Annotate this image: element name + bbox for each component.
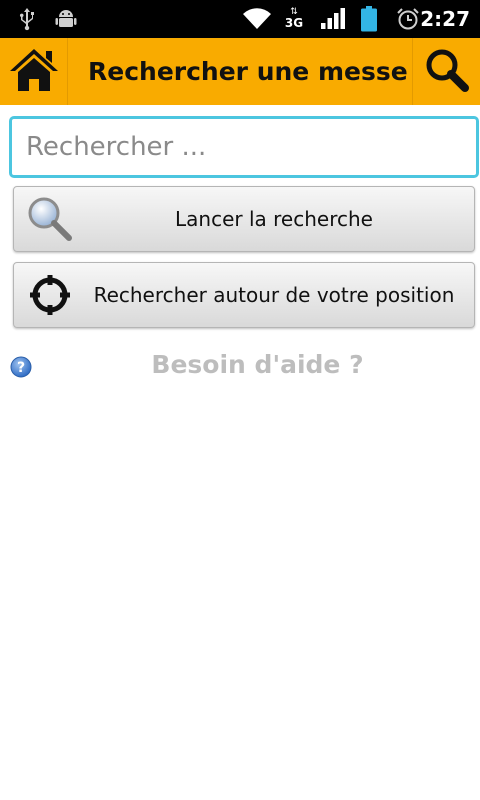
search-input[interactable] bbox=[9, 116, 479, 178]
page-title: Rechercher une messe bbox=[88, 57, 408, 86]
help-link[interactable]: Besoin d'aide ? bbox=[0, 350, 480, 379]
search-icon bbox=[424, 47, 470, 97]
search-around-label: Rechercher autour de votre position bbox=[93, 283, 455, 307]
wifi-icon bbox=[240, 0, 274, 38]
battery-icon bbox=[358, 0, 380, 38]
search-around-button[interactable]: Rechercher autour de votre position bbox=[13, 262, 475, 328]
status-time: 2:27 bbox=[420, 7, 470, 31]
alarm-icon bbox=[394, 0, 422, 38]
android-debug-icon bbox=[52, 0, 80, 38]
launch-search-button[interactable]: Lancer la recherche bbox=[13, 186, 475, 252]
magnifier-icon bbox=[24, 187, 76, 251]
action-bar: Rechercher une messe bbox=[0, 38, 480, 105]
network-3g-icon: ⇅ 3G bbox=[284, 7, 304, 30]
usb-icon bbox=[16, 0, 38, 38]
crosshair-icon bbox=[24, 263, 76, 327]
signal-icon bbox=[318, 0, 348, 38]
home-button[interactable] bbox=[0, 38, 68, 105]
status-bar: ⇅ 3G 2:27 bbox=[0, 0, 480, 38]
launch-search-label: Lancer la recherche bbox=[175, 207, 373, 231]
search-button[interactable] bbox=[412, 38, 480, 105]
home-icon bbox=[8, 47, 60, 97]
